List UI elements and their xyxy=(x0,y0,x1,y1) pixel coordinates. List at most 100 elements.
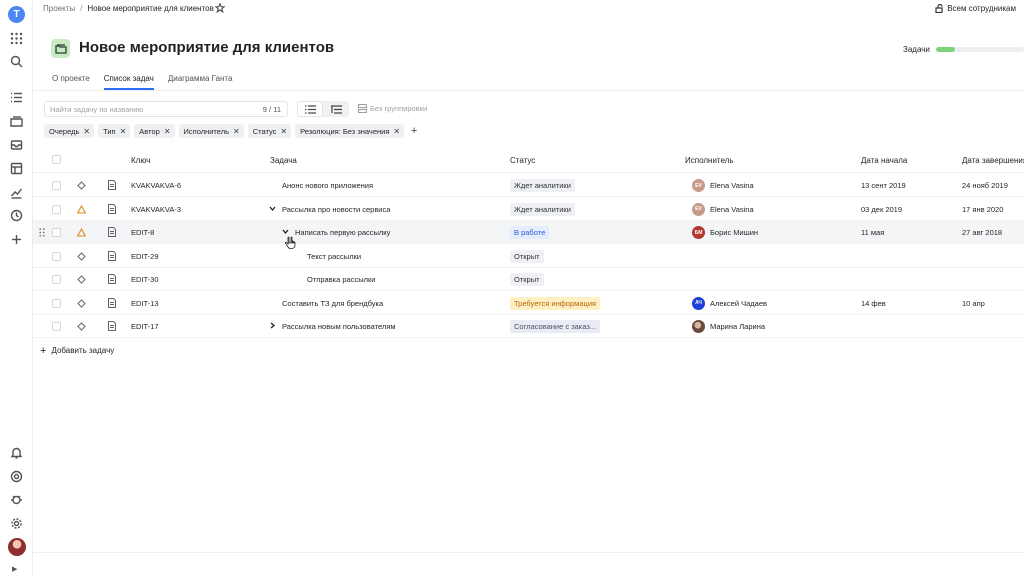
tree-view-icon xyxy=(330,104,342,114)
tab-task-list[interactable]: Список задач xyxy=(103,74,154,90)
table-row[interactable]: KVAKVAKVA-3 Рассылка про новости сервиса Ж… xyxy=(33,198,1024,221)
task-title[interactable]: Рассылка новым пользователям xyxy=(282,322,395,331)
table-row[interactable]: EDIT-30 Отправка рассылки Открыт xyxy=(33,268,1024,291)
add-task-button[interactable]: + Добавить задачу xyxy=(40,345,114,356)
grouping-selector[interactable]: Без группировки xyxy=(358,104,427,113)
assignee[interactable]: Марина Ларина xyxy=(692,320,765,333)
column-header-assignee[interactable]: Исполнитель xyxy=(685,156,734,165)
task-title[interactable]: Составить ТЗ для брендбука xyxy=(282,299,383,308)
list-view-button[interactable] xyxy=(297,101,323,117)
select-all-checkbox[interactable] xyxy=(52,155,61,164)
column-header-task[interactable]: Задача xyxy=(270,156,297,165)
filter-chip[interactable]: Статус ✕ xyxy=(247,124,292,138)
star-icon[interactable] xyxy=(214,2,226,14)
share-access-button[interactable]: Всем сотрудникам xyxy=(935,4,1016,13)
add-filter-button[interactable]: + xyxy=(408,124,420,138)
filter-chip[interactable]: Исполнитель ✕ xyxy=(178,124,244,138)
remove-filter-icon[interactable]: ✕ xyxy=(83,127,90,136)
user-avatar[interactable] xyxy=(8,538,26,556)
add-icon[interactable] xyxy=(8,231,25,248)
task-key[interactable]: EDIT-17 xyxy=(131,322,159,331)
tree-view-button[interactable] xyxy=(323,101,349,117)
status-badge[interactable]: В работе xyxy=(510,226,550,239)
status-badge[interactable]: Согласование с заказ... xyxy=(510,320,601,333)
view-toggle xyxy=(297,101,349,117)
task-key[interactable]: EDIT-30 xyxy=(131,275,159,284)
stats-icon[interactable] xyxy=(8,184,25,201)
history-icon[interactable] xyxy=(8,207,25,224)
task-title[interactable]: Рассылка про новости сервиса xyxy=(282,205,390,214)
filter-chip[interactable]: Тип ✕ xyxy=(98,124,131,138)
row-checkbox[interactable] xyxy=(52,181,61,190)
filter-chip[interactable]: Автор ✕ xyxy=(134,124,175,138)
column-header-key[interactable]: Ключ xyxy=(131,156,150,165)
table-row[interactable]: EDIT-17 Рассылка новым пользователям Согла… xyxy=(33,315,1024,338)
assignee[interactable]: БМ Борис Мишин xyxy=(692,226,758,239)
app-logo[interactable]: T xyxy=(8,6,25,23)
end-date: 27 авг 2018 xyxy=(962,228,1003,237)
drag-handle-icon[interactable] xyxy=(39,228,45,237)
task-key[interactable]: EDIT-13 xyxy=(131,299,159,308)
status-badge[interactable]: Ждет аналитики xyxy=(510,179,575,192)
bug-icon[interactable] xyxy=(8,491,25,508)
share-access-label: Всем сотрудникам xyxy=(947,4,1016,13)
remove-filter-icon[interactable]: ✕ xyxy=(280,127,287,136)
status-badge[interactable]: Открыт xyxy=(510,249,544,263)
tasks-icon[interactable] xyxy=(8,89,25,106)
status-badge[interactable]: Требуется информация xyxy=(510,296,601,310)
table-row[interactable]: KVAKVAKVA-6 Анонс нового приложения Ждет а… xyxy=(33,174,1024,197)
filter-chip[interactable]: Резолюция: Без значения ✕ xyxy=(295,124,405,138)
table-row[interactable]: EDIT-29 Текст рассылки Открыт xyxy=(33,245,1024,268)
notifications-icon[interactable] xyxy=(8,444,25,461)
task-title[interactable]: Текст рассылки xyxy=(307,252,361,261)
remove-filter-icon[interactable]: ✕ xyxy=(393,127,400,136)
row-checkbox[interactable] xyxy=(52,275,61,284)
row-checkbox[interactable] xyxy=(52,251,61,261)
task-search-input[interactable] xyxy=(50,103,250,115)
remove-filter-icon[interactable]: ✕ xyxy=(233,127,240,136)
table-row[interactable]: EDIT-13 Составить ТЗ для брендбука Требует… xyxy=(33,292,1024,315)
assignee-name: Марина Ларина xyxy=(710,322,766,331)
status-badge[interactable]: Открыт xyxy=(510,273,544,286)
task-key[interactable]: KVAKVAKVA-3 xyxy=(131,205,181,214)
breadcrumb-current: Новое мероприятие для клиентов xyxy=(87,4,214,13)
priority-normal-icon xyxy=(77,322,86,331)
dashboard-icon[interactable] xyxy=(8,160,25,177)
filter-chip[interactable]: Очередь ✕ xyxy=(44,124,95,138)
search-icon[interactable] xyxy=(8,53,25,70)
settings-icon[interactable] xyxy=(8,515,25,532)
status-badge[interactable]: Ждет аналитики xyxy=(510,202,575,216)
assignee[interactable]: EV Elena Vasina xyxy=(692,179,754,192)
collapse-chevron-icon[interactable] xyxy=(269,205,277,215)
row-checkbox[interactable] xyxy=(52,322,61,331)
expand-chevron-icon[interactable] xyxy=(269,322,277,332)
task-title[interactable]: Анонс нового приложения xyxy=(282,181,373,190)
tab-about[interactable]: О проекте xyxy=(52,74,90,90)
apps-icon[interactable] xyxy=(8,30,25,47)
help-icon[interactable] xyxy=(8,468,25,485)
remove-filter-icon[interactable]: ✕ xyxy=(164,127,171,136)
task-title[interactable]: Отправка рассылки xyxy=(307,275,375,284)
breadcrumb-projects[interactable]: Проекты xyxy=(43,4,75,13)
tab-gantt[interactable]: Диаграмма Ганта xyxy=(168,74,233,90)
task-key[interactable]: EDIT-8 xyxy=(131,228,154,237)
row-checkbox[interactable] xyxy=(52,298,61,308)
task-title[interactable]: Написать первую рассылку xyxy=(295,228,390,237)
assignee[interactable]: АЧ Алексей Чадаев xyxy=(692,296,767,310)
assignee[interactable]: EV Elena Vasina xyxy=(692,202,754,216)
inbox-icon[interactable] xyxy=(8,136,25,153)
row-checkbox[interactable] xyxy=(52,228,61,237)
remove-filter-icon[interactable]: ✕ xyxy=(120,127,127,136)
table-row[interactable]: EDIT-8 Написать первую рассылку В работе БМ… xyxy=(33,221,1024,244)
column-header-end-date[interactable]: Дата завершения xyxy=(962,156,1024,165)
column-header-start-date[interactable]: Дата начала xyxy=(861,156,907,165)
task-type-icon xyxy=(108,180,117,190)
task-key[interactable]: EDIT-29 xyxy=(131,252,159,261)
expand-sidebar-icon[interactable]: ▶ xyxy=(12,565,17,573)
task-key[interactable]: KVAKVAKVA-6 xyxy=(131,181,181,190)
projects-icon[interactable] xyxy=(8,113,25,130)
task-type-icon xyxy=(108,321,117,331)
end-date: 17 янв 2020 xyxy=(962,204,1004,214)
column-header-status[interactable]: Статус xyxy=(510,156,535,165)
row-checkbox[interactable] xyxy=(52,204,61,214)
